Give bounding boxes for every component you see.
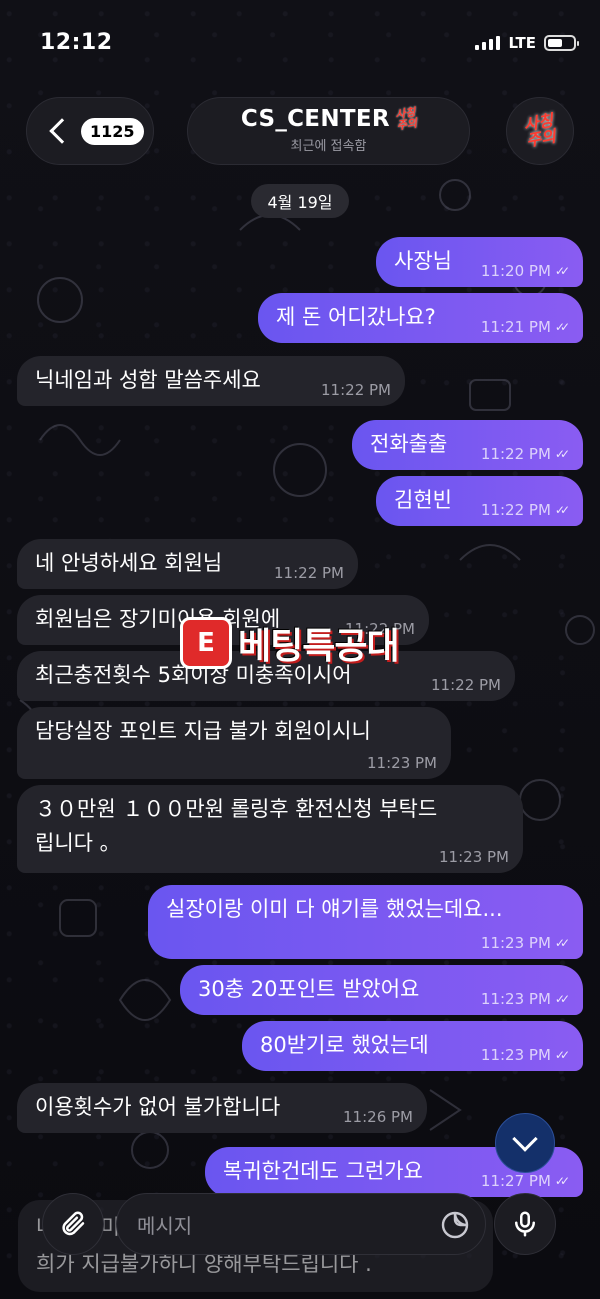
message-time: 11:23 PM	[439, 848, 509, 866]
read-receipt-icon: ✓✓	[554, 936, 570, 950]
message-text: 제 돈 어디갔나요?	[276, 305, 436, 329]
message-meta: 11:27 PM ✓✓	[480, 1172, 570, 1190]
message-time: 11:23 PM	[480, 990, 551, 1008]
message-bubble-incoming[interactable]: ３０만원 １００만원 롤링후 환전신청 부탁드 립니다 。 11:23 PM	[17, 785, 523, 873]
message-text: 김현빈	[394, 488, 452, 512]
message-time: 11:22 PM	[431, 676, 501, 694]
read-receipt-icon: ✓✓	[554, 320, 570, 334]
message-bubble-incoming[interactable]: 담당실장 포인트 지급 불가 회원이시니 11:23 PM	[17, 707, 451, 779]
read-receipt-icon: ✓✓	[554, 447, 570, 461]
message-meta: 11:22 PM ✓✓	[480, 501, 570, 519]
message-text-line-1: ３０만원 １００만원 롤링후 환전신청 부탁드	[35, 797, 438, 821]
message-text: 전화출출	[370, 432, 448, 456]
message-time: 11:22 PM	[321, 381, 391, 399]
message-text: 80받기로 했었는데	[260, 1033, 429, 1057]
read-receipt-icon: ✓✓	[554, 992, 570, 1006]
read-receipt-icon: ✓✓	[554, 1174, 570, 1188]
message-time: 11:22 PM	[274, 564, 344, 582]
message-time: 11:27 PM	[480, 1172, 551, 1190]
message-text: 사장님	[394, 249, 452, 273]
sticker-icon[interactable]	[439, 1209, 471, 1241]
message-text: 실장이랑 이미 다 얘기를 했었는데요...	[166, 897, 503, 921]
paperclip-icon	[62, 1211, 85, 1236]
message-time: 11:23 PM	[480, 934, 551, 952]
message-time: 11:21 PM	[480, 318, 551, 336]
network-label: LTE	[508, 34, 536, 52]
date-separator: 4월 19일	[251, 184, 349, 218]
microphone-icon	[515, 1211, 535, 1237]
message-text: 닉네임과 성함 말씀주세요	[35, 368, 261, 392]
chevron-down-icon	[512, 1126, 538, 1152]
message-text: 이용횟수가 없어 불가합니다	[35, 1095, 281, 1119]
message-time: 11:23 PM	[480, 1046, 551, 1064]
message-meta: 11:22 PM ✓✓	[480, 445, 570, 463]
battery-level	[548, 39, 563, 47]
message-meta: 11:23 PM ✓✓	[480, 934, 570, 952]
message-bubble-outgoing[interactable]: 전화출출 11:22 PM ✓✓	[352, 420, 583, 470]
read-receipt-icon: ✓✓	[554, 1048, 570, 1062]
unread-count-badge: 1125	[81, 117, 144, 145]
message-bubble-outgoing[interactable]: 30충 20포인트 받았어요 11:23 PM ✓✓	[180, 965, 583, 1015]
back-button[interactable]: 1125	[26, 97, 154, 165]
message-time: 11:22 PM	[480, 501, 551, 519]
status-time: 12:12	[40, 30, 113, 55]
avatar-warning-label: 사칭 주의	[522, 110, 558, 151]
message-input-placeholder: 메시지	[137, 1213, 193, 1238]
message-time: 11:20 PM	[480, 262, 551, 280]
chat-title-area[interactable]: CS_CENTER 사칭 주의 최근에 접속함	[187, 97, 470, 165]
battery-icon	[544, 35, 579, 51]
message-bubble-incoming[interactable]: 닉네임과 성함 말씀주세요 11:22 PM	[17, 356, 405, 406]
chat-title: CS_CENTER	[240, 106, 390, 132]
watermark: E 베팅특공대	[180, 617, 400, 669]
message-bubble-outgoing[interactable]: 제 돈 어디갔나요? 11:21 PM ✓✓	[258, 293, 583, 343]
message-bubble-outgoing[interactable]: 실장이랑 이미 다 얘기를 했었는데요... 11:23 PM ✓✓	[148, 885, 583, 959]
message-meta: 11:23 PM ✓✓	[480, 990, 570, 1008]
message-bubble-outgoing[interactable]: 80받기로 했었는데 11:23 PM ✓✓	[242, 1021, 583, 1071]
message-time: 11:22 PM	[480, 445, 551, 463]
avatar[interactable]: 사칭 주의	[506, 97, 574, 165]
message-text-line-2: 립니다 。	[35, 831, 121, 855]
chevron-left-icon	[49, 118, 75, 144]
signal-icon	[475, 36, 501, 50]
message-meta: 11:20 PM ✓✓	[480, 262, 570, 280]
impersonation-warning-badge: 사칭 주의	[394, 105, 418, 133]
message-meta: 11:21 PM ✓✓	[480, 318, 570, 336]
message-bubble-outgoing[interactable]: 사장님 11:20 PM ✓✓	[376, 237, 583, 287]
message-bubble-incoming[interactable]: 이용횟수가 없어 불가합니다 11:26 PM	[17, 1083, 427, 1133]
watermark-logo: E	[180, 617, 232, 669]
message-text: 30충 20포인트 받았어요	[198, 977, 420, 1001]
message-time: 11:23 PM	[367, 754, 437, 772]
message-text: 담당실장 포인트 지급 불가 회원이시니	[35, 719, 371, 743]
message-bubble-outgoing[interactable]: 김현빈 11:22 PM ✓✓	[376, 476, 583, 526]
read-receipt-icon: ✓✓	[554, 264, 570, 278]
message-text: 복귀한건데도 그런가요	[223, 1159, 423, 1183]
message-meta: 11:23 PM ✓✓	[480, 1046, 570, 1064]
message-text: 네 안녕하세요 회원님	[35, 551, 223, 575]
watermark-text: 베팅특공대	[238, 626, 400, 667]
message-input[interactable]: 메시지	[116, 1193, 486, 1255]
status-indicators: LTE	[475, 34, 579, 52]
voice-record-button[interactable]	[494, 1193, 556, 1255]
attach-button[interactable]	[42, 1193, 104, 1255]
read-receipt-icon: ✓✓	[554, 503, 570, 517]
status-bar: 12:12 LTE	[0, 0, 600, 88]
message-time: 11:26 PM	[343, 1108, 413, 1126]
last-seen-status: 최근에 접속함	[290, 139, 367, 154]
scroll-to-bottom-button[interactable]	[495, 1113, 555, 1173]
message-bubble-incoming[interactable]: 네 안녕하세요 회원님 11:22 PM	[17, 539, 358, 589]
